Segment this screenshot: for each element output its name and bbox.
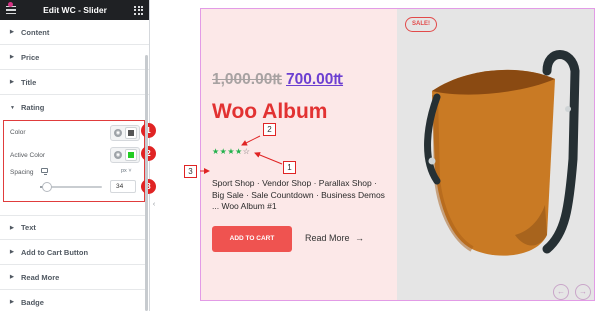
callout-label-1: 1 <box>283 161 296 174</box>
callout-label-3: 3 <box>184 165 197 178</box>
callout-label-2: 2 <box>263 123 276 136</box>
annotation-arrows <box>200 135 283 174</box>
screen: Edit WC - Slider ▶ Content ▶ Price ▶ Tit… <box>0 0 600 311</box>
